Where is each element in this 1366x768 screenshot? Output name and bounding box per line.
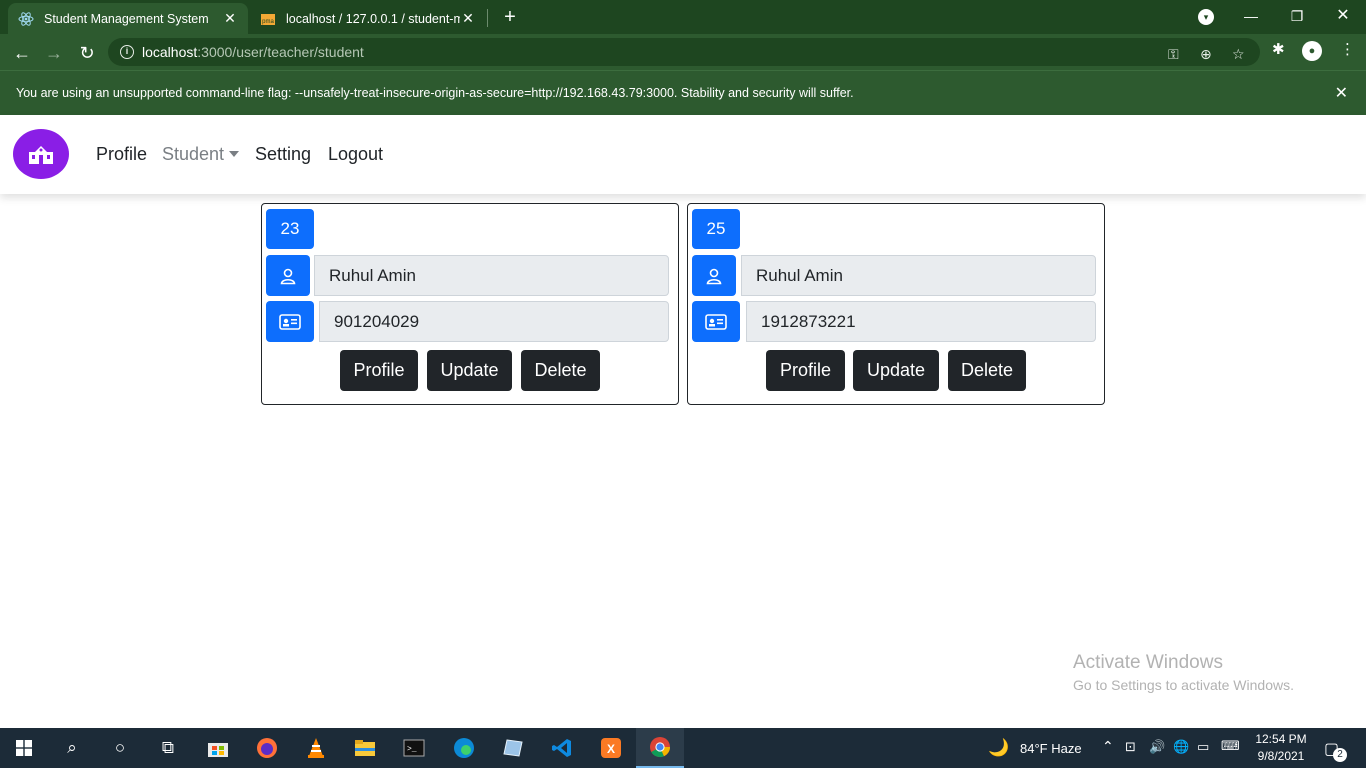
minimize-button[interactable]: — [1228,0,1274,32]
task-view-icon[interactable]: ⧉ [144,728,192,768]
notes-app-icon[interactable] [489,728,537,768]
volume-icon[interactable]: 🔊 [1149,739,1165,755]
network-globe-icon[interactable]: 🌐 [1173,739,1189,755]
url-bar[interactable]: i localhost:3000/user/teacher/student ⚿ … [108,38,1260,66]
app-navbar: Profile Student Setting Logout [0,115,1366,194]
reload-button[interactable]: ↻ [74,40,100,66]
key-icon[interactable]: ⚿ [1168,46,1179,63]
new-tab-button[interactable]: + [498,5,522,29]
clock-date: 9/8/2021 [1257,749,1305,763]
cortana-icon[interactable]: ○ [96,728,144,768]
url-host: localhost [142,44,198,60]
chrome-icon[interactable] [636,728,684,768]
file-explorer-icon[interactable] [341,728,389,768]
profile-avatar-icon[interactable]: ● [1302,41,1322,61]
taskbar-clock[interactable]: 12:54 PM 9/8/2021 [1246,731,1316,765]
infobar-message: You are using an unsupported command-lin… [16,86,854,100]
school-logo-icon[interactable] [13,129,69,179]
notification-count-badge: 2 [1333,748,1347,762]
firefox-icon[interactable] [243,728,291,768]
back-button[interactable]: ← [9,40,35,66]
student-id-badge: 23 [266,209,314,249]
delete-button[interactable]: Delete [948,350,1026,391]
profile-button[interactable]: Profile [340,350,418,391]
tab-title: localhost / 127.0.0.1 / student-m [286,11,460,26]
keyboard-icon[interactable]: ⌨ [1221,738,1240,754]
zoom-icon[interactable]: ⊕ [1200,46,1212,63]
tab-search-icon[interactable]: ▾ [1198,9,1214,25]
nav-profile-link[interactable]: Profile [96,144,147,165]
battery-icon[interactable]: ▭ [1197,739,1209,755]
close-tab-icon[interactable]: ✕ [460,10,476,27]
vscode-icon[interactable] [538,728,586,768]
restore-button[interactable]: ❐ [1274,0,1320,32]
student-name-field: Ruhul Amin [314,255,669,296]
react-icon [18,11,34,27]
activate-windows-title: Activate Windows [1073,652,1223,673]
infobar-close-icon[interactable]: ✕ [1335,83,1348,103]
student-card: 25 Ruhul Amin 1912873221 Profile Update … [687,203,1105,405]
nav-logout-link[interactable]: Logout [328,144,383,165]
update-button[interactable]: Update [853,350,939,391]
id-card-icon [266,301,314,342]
menu-dots-icon[interactable]: ⋮ [1340,40,1355,58]
nav-setting-link[interactable]: Setting [255,144,311,165]
close-tab-icon[interactable]: ✕ [222,10,238,27]
svg-text:X: X [607,742,615,756]
address-toolbar: ← → ↻ i localhost:3000/user/teacher/stud… [0,34,1366,70]
student-card: 23 Ruhul Amin 901204029 Profile Update D… [261,203,679,405]
weather-text[interactable]: 84°F Haze [1020,741,1082,756]
svg-text:>_: >_ [407,745,417,754]
edge-icon[interactable] [440,728,488,768]
tab-phpmyadmin[interactable]: pma localhost / 127.0.0.1 / student-m ✕ [250,3,486,34]
tab-title: Student Management System [44,11,209,26]
id-card-icon [692,301,740,342]
weather-moon-icon[interactable]: 🌙 [988,738,1009,758]
windows-start-icon[interactable] [0,728,48,768]
activate-windows-subtitle: Go to Settings to activate Windows. [1073,677,1294,693]
site-info-icon[interactable]: i [120,45,134,59]
store-icon[interactable] [194,728,242,768]
update-button[interactable]: Update [427,350,512,391]
phpmyadmin-icon: pma [260,11,276,27]
forward-button[interactable]: → [41,40,67,66]
caret-down-icon [229,151,240,157]
nav-student-label: Student [162,144,225,164]
bookmark-star-icon[interactable]: ☆ [1232,46,1245,63]
profile-button[interactable]: Profile [766,350,845,391]
terminal-icon[interactable]: >_ [390,728,438,768]
unsupported-flag-infobar: You are using an unsupported command-lin… [0,70,1366,115]
student-phone-field: 1912873221 [746,301,1096,342]
search-icon[interactable]: ⌕ [48,728,96,768]
student-name-field: Ruhul Amin [741,255,1096,296]
window-close-button[interactable]: ✕ [1320,0,1366,32]
tab-student-management[interactable]: Student Management System ✕ [8,3,248,34]
windows-taskbar: ⌕ ○ ⧉ >_ X 🌙 84°F Haze ⌃ ⊡ 🔊 🌐 ▭ ⌨ [0,728,1366,768]
show-hidden-icons-chevron-icon[interactable]: ⌃ [1102,738,1114,755]
browser-tab-bar: Student Management System ✕ pma localhos… [0,0,1366,34]
extensions-icon[interactable]: ✱ [1272,40,1285,58]
system-tray-icon[interactable]: ⊡ [1125,739,1136,755]
student-id-badge: 25 [692,209,740,249]
url-path: :3000/user/teacher/student [197,44,364,60]
tab-separator [487,9,488,27]
nav-student-dropdown[interactable]: Student [162,144,240,165]
user-icon [266,255,310,296]
clock-time: 12:54 PM [1255,732,1307,746]
student-phone-field: 901204029 [319,301,669,342]
delete-button[interactable]: Delete [521,350,600,391]
xampp-icon[interactable]: X [587,728,635,768]
svg-text:pma: pma [262,19,274,25]
vlc-icon[interactable] [292,728,340,768]
user-icon [692,255,736,296]
